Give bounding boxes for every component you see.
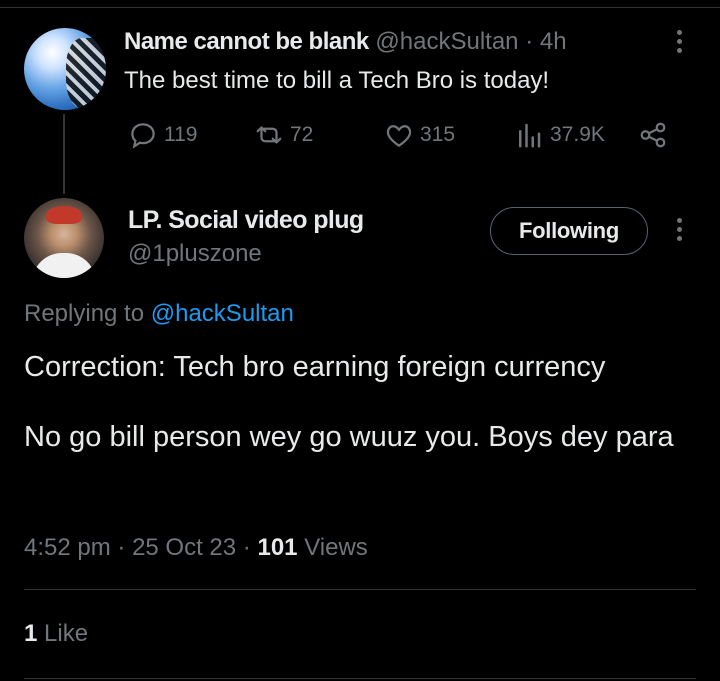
divider-bottom: [24, 678, 696, 679]
stamp-sep-2: ·: [242, 534, 251, 561]
reply-count: 119: [164, 123, 198, 146]
replying-prefix: Replying to: [24, 300, 145, 327]
likes-number: 1: [24, 620, 38, 647]
parent-author-name[interactable]: Name cannot be blank: [124, 28, 369, 55]
views-label: Views: [304, 534, 368, 561]
parent-header: Name cannot be blank @hackSultan · 4h: [124, 28, 567, 56]
like-button[interactable]: 315: [384, 118, 455, 152]
share-button[interactable]: [638, 118, 674, 152]
main-handle[interactable]: @1pluszone: [128, 240, 262, 268]
main-tweet-text: Correction: Tech bro earning foreign cur…: [24, 348, 684, 488]
stamp-sep-1: ·: [117, 534, 126, 561]
replying-handle-link[interactable]: @hackSultan: [151, 300, 294, 327]
retweet-icon: [256, 126, 282, 144]
like-icon: [386, 125, 412, 147]
parent-handle[interactable]: @hackSultan: [375, 28, 518, 55]
following-button[interactable]: Following: [490, 207, 648, 255]
parent-tweet-text: The best time to bill a Tech Bro is toda…: [124, 67, 550, 94]
views-button[interactable]: 37.9K: [514, 118, 605, 152]
main-author-name[interactable]: LP. Social video plug: [128, 206, 364, 235]
retweet-button[interactable]: 72: [254, 118, 313, 152]
tweet-timestamp: 4:52 pm · 25 Oct 23 · 101 Views: [24, 534, 368, 562]
views-number: 101: [257, 534, 298, 561]
main-more-icon[interactable]: [677, 218, 683, 248]
parent-avatar[interactable]: [24, 28, 106, 110]
share-icon: [640, 122, 666, 148]
main-tweet-line-1: Correction: Tech bro earning foreign cur…: [24, 351, 606, 383]
thread-connector: [63, 114, 65, 194]
main-avatar[interactable]: [24, 198, 104, 278]
divider: [24, 589, 696, 590]
like-count: 315: [420, 123, 456, 146]
replying-to: Replying to @hackSultan: [24, 300, 294, 328]
top-divider: [0, 7, 720, 8]
views-count: 37.9K: [550, 123, 605, 146]
reply-button[interactable]: 119: [128, 118, 197, 152]
main-tweet-line-2: No go bill person wey go wuuz you. Boys …: [24, 421, 674, 453]
parent-time[interactable]: 4h: [540, 28, 567, 55]
retweet-count: 72: [290, 123, 314, 146]
parent-separator: ·: [525, 28, 534, 55]
tweet-date[interactable]: 25 Oct 23: [132, 534, 236, 561]
views-icon: [519, 123, 541, 148]
reply-icon: [131, 123, 155, 149]
parent-more-icon[interactable]: [677, 30, 683, 60]
likes-label: Like: [44, 620, 89, 647]
likes-summary[interactable]: 1 Like: [24, 620, 88, 648]
tweet-time[interactable]: 4:52 pm: [24, 534, 111, 561]
